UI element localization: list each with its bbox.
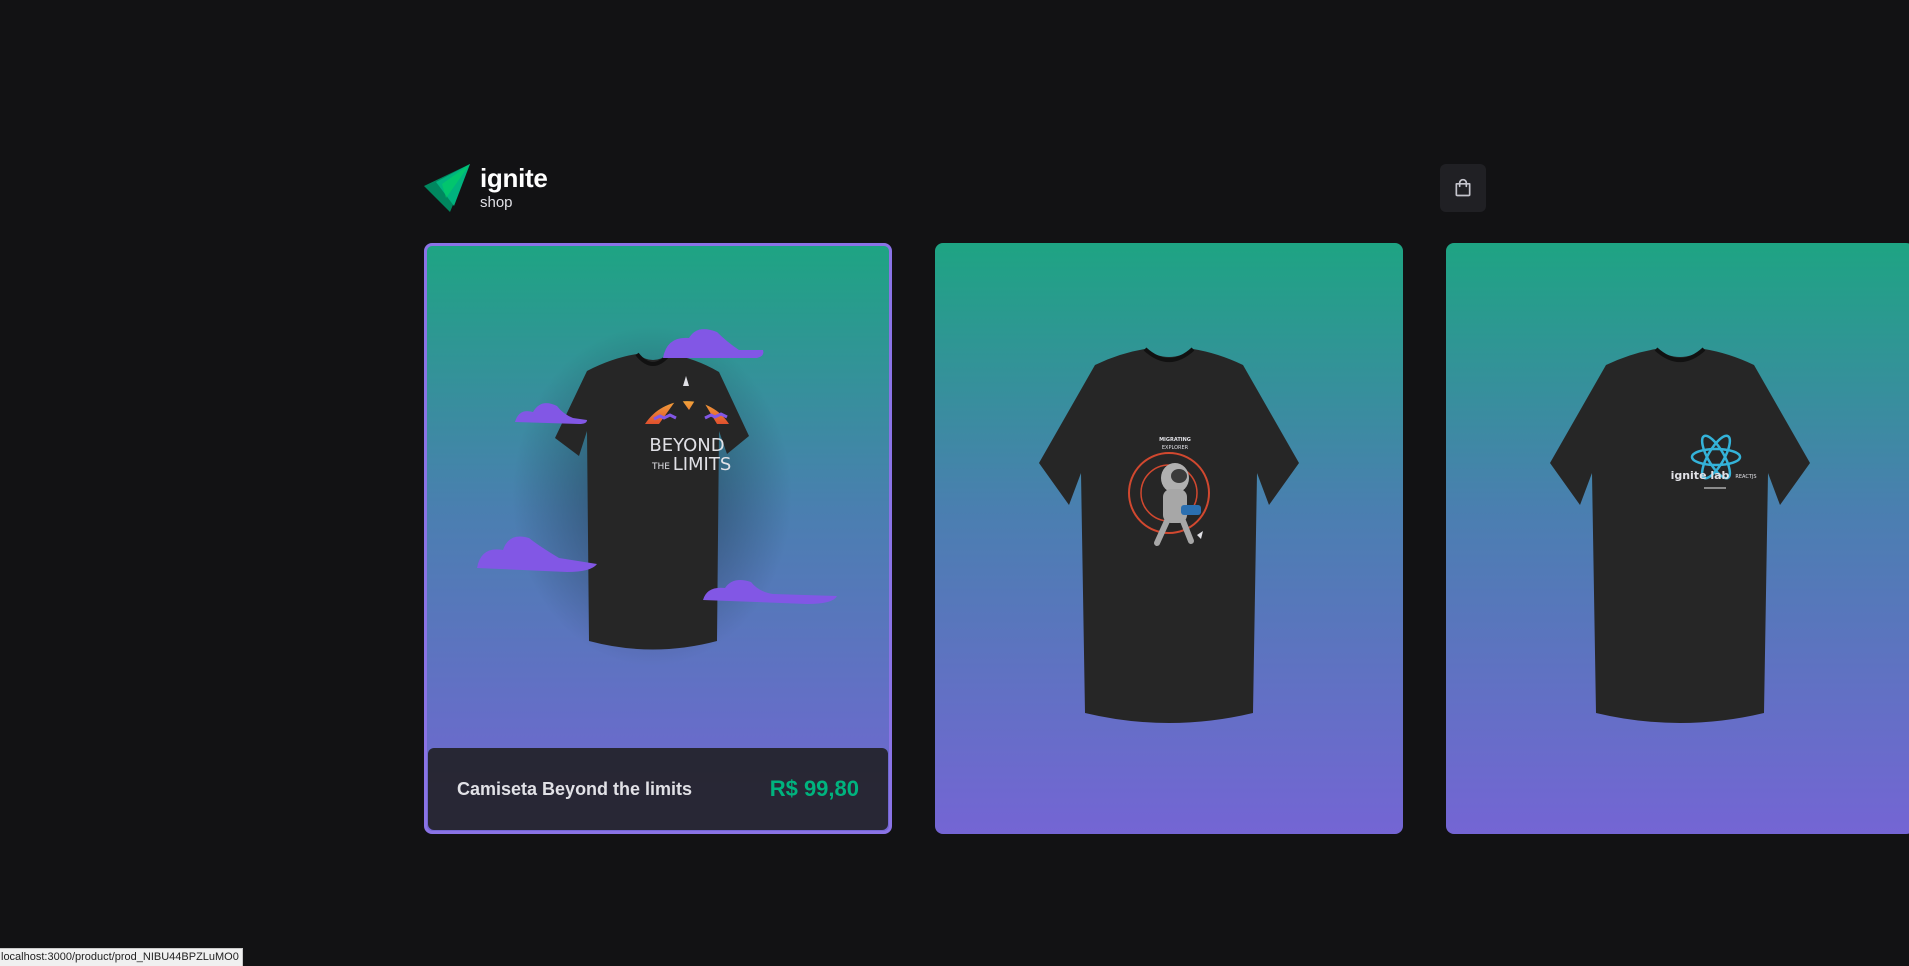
page: ignite shop BEYOND THE LIMITS Camiseta B… xyxy=(0,0,1909,966)
shopping-bag-icon xyxy=(1455,178,1471,197)
shirt-print-line-1: MIGRATING xyxy=(1159,437,1191,443)
product-card[interactable]: BEYOND THE LIMITS Camiseta Beyond the li… xyxy=(424,243,892,834)
product-price: R$ 99,80 xyxy=(769,776,859,801)
shirt-print-line-1: ignite lab xyxy=(1671,469,1730,482)
product-name: Camiseta Beyond the limits xyxy=(457,778,693,799)
product-image: BEYOND THE LIMITS xyxy=(477,326,837,666)
header: ignite shop xyxy=(424,164,1486,212)
logo-text: ignite shop xyxy=(480,165,548,210)
logo-subtitle: shop xyxy=(480,193,513,211)
logo-title: ignite xyxy=(480,162,548,193)
shirt-print-line-2: THE xyxy=(651,462,670,472)
status-bar-url: localhost:3000/product/prod_NIBU44BPZLuM… xyxy=(0,948,243,966)
product-slider[interactable]: BEYOND THE LIMITS Camiseta Beyond the li… xyxy=(424,243,1909,834)
product-card[interactable]: MIGRATING EXPLORER xyxy=(935,243,1403,834)
product-image: ignite lab REACTJS xyxy=(1550,347,1810,723)
shirt-print-line-2: REACTJS xyxy=(1735,474,1756,480)
product-card[interactable]: ignite lab REACTJS xyxy=(1446,243,1909,834)
shirt-print-line-3: LIMITS xyxy=(673,454,732,475)
product-image: MIGRATING EXPLORER xyxy=(1039,347,1299,723)
logo-link[interactable]: ignite shop xyxy=(424,164,548,212)
ignite-logo-icon xyxy=(424,164,470,212)
product-footer: Camiseta Beyond the limits R$ 99,80 xyxy=(428,748,888,830)
shirt-print-line-1: BEYOND xyxy=(649,435,724,456)
cart-button[interactable] xyxy=(1440,164,1486,212)
shirt-print-line-2: EXPLORER xyxy=(1162,445,1189,451)
